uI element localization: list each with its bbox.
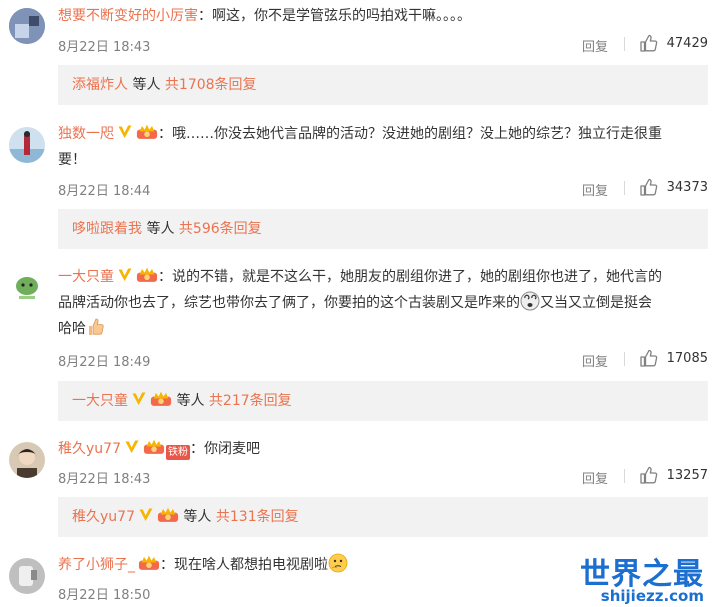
reply-total-link[interactable]: 共131条回复 bbox=[216, 509, 299, 525]
colon: ： bbox=[158, 269, 172, 285]
thinking-face-emoji-icon bbox=[328, 553, 348, 573]
verified-v-icon bbox=[117, 124, 133, 140]
fan-badge: 铁粉 bbox=[165, 445, 190, 460]
username-link[interactable]: 想要不断变好的小厉害 bbox=[58, 8, 198, 24]
divider bbox=[624, 352, 625, 366]
comment-text-line: 品牌活动你也去了，综艺也带你去了俩了，你要拍的这个古装剧又是咋来的 bbox=[58, 295, 520, 311]
comment-content: 想要不断变好的小厉害：啊这，你不是学管弦乐的吗拍戏干嘛。。。。 bbox=[58, 3, 708, 29]
comment-text-line: 哈哈 bbox=[58, 321, 86, 337]
colon: ： bbox=[189, 441, 204, 457]
comment-time: 8月22日 18:44 bbox=[58, 184, 151, 199]
reply-total-link[interactable]: 共596条回复 bbox=[179, 221, 262, 237]
comment-meta: 8月22日 18:49 回复 17085 bbox=[58, 348, 708, 370]
divider bbox=[624, 469, 625, 483]
thumbs-up-emoji-icon bbox=[89, 318, 104, 335]
colon: ： bbox=[158, 126, 172, 142]
username-link[interactable]: 独数一咫 bbox=[58, 126, 114, 142]
reply-summary[interactable]: 稚久yu77 等人 共131条回复 bbox=[58, 497, 708, 537]
comment-content: 稚久yu77 铁粉 ：你闭麦吧 bbox=[58, 436, 708, 462]
reply-summary[interactable]: 添福炸人 等人 共1708条回复 bbox=[58, 65, 708, 105]
avatar[interactable] bbox=[9, 442, 45, 478]
comment-meta: 8月22日 18:44 回复 34373 bbox=[58, 177, 708, 199]
reply-button[interactable]: 回复 bbox=[582, 351, 608, 370]
reply-button[interactable]: 回复 bbox=[582, 180, 608, 199]
like-button[interactable]: 17085 bbox=[639, 348, 708, 368]
reply-summary[interactable]: 一大只童 等人 共217条回复 bbox=[58, 381, 708, 421]
like-count: 17085 bbox=[666, 350, 708, 366]
crown-badge-icon bbox=[143, 438, 165, 455]
divider bbox=[624, 37, 625, 51]
comment-time: 8月22日 18:43 bbox=[58, 40, 151, 55]
comment-text: 啊这，你不是学管弦乐的吗拍戏干嘛。。。。 bbox=[212, 8, 471, 24]
comment-content: 独数一咫 ：哦……你没去她代言品牌的活动？没进她的剧组？没上她的综艺？独立行走很重… bbox=[58, 121, 708, 173]
like-button[interactable]: 34373 bbox=[639, 177, 708, 197]
reply-total-link[interactable]: 共217条回复 bbox=[209, 393, 292, 409]
thumbs-up-icon bbox=[639, 177, 659, 197]
comment-time: 8月22日 18:50 bbox=[58, 588, 151, 603]
avatar[interactable] bbox=[9, 558, 45, 594]
crown-badge-icon bbox=[136, 123, 158, 140]
reply-mid-text: 等人 bbox=[128, 77, 165, 93]
colon: ： bbox=[198, 8, 212, 24]
reply-mid-text: 等人 bbox=[178, 509, 216, 525]
comment-text-line: 要！ bbox=[58, 152, 86, 168]
like-button[interactable]: 47429 bbox=[639, 33, 708, 53]
comment-text-line: 哦……你没去她代言品牌的活动？没进她的剧组？没上她的综艺？独立行走很重 bbox=[172, 126, 662, 142]
crown-badge-icon bbox=[138, 554, 160, 571]
divider bbox=[624, 181, 625, 195]
like-count: 34373 bbox=[666, 179, 708, 195]
comment-text-line: 说的不错，就是不这么干，她朋友的剧组你进了，她的剧组你也进了，她代言的 bbox=[172, 269, 662, 285]
like-count: 47429 bbox=[666, 35, 708, 51]
verified-v-icon bbox=[131, 391, 147, 407]
dizzy-face-emoji-icon bbox=[520, 291, 540, 311]
crown-badge-icon bbox=[136, 266, 158, 283]
comment-text: 你闭麦吧 bbox=[203, 441, 260, 457]
like-button[interactable]: 13257 bbox=[639, 465, 708, 485]
avatar[interactable] bbox=[9, 8, 45, 44]
avatar[interactable] bbox=[9, 127, 45, 163]
comment-time: 8月22日 18:49 bbox=[58, 355, 151, 370]
watermark: 世界之最 shijiezz.com bbox=[580, 549, 710, 605]
reply-user-link[interactable]: 一大只童 bbox=[72, 393, 128, 409]
reply-button[interactable]: 回复 bbox=[582, 36, 608, 55]
reply-summary[interactable]: 哆啦跟着我 等人 共596条回复 bbox=[58, 209, 708, 249]
comment-text-line: 又当又立倒是挺会 bbox=[540, 295, 652, 311]
reply-total-link[interactable]: 共1708条回复 bbox=[165, 77, 257, 93]
comment-meta: 8月22日 18:43 回复 13257 bbox=[58, 465, 708, 487]
reply-mid-text: 等人 bbox=[172, 393, 209, 409]
thumbs-up-icon bbox=[639, 465, 659, 485]
colon: ： bbox=[160, 557, 174, 573]
reply-user-link[interactable]: 哆啦跟着我 bbox=[72, 221, 142, 237]
crown-badge-icon bbox=[150, 390, 172, 407]
reply-user-link[interactable]: 稚久yu77 bbox=[72, 509, 135, 525]
comment-time: 8月22日 18:43 bbox=[58, 472, 151, 487]
reply-button[interactable]: 回复 bbox=[582, 468, 608, 487]
thumbs-up-icon bbox=[639, 33, 659, 53]
watermark-url: shijiezz.com bbox=[600, 587, 704, 605]
username-link[interactable]: 一大只童 bbox=[58, 269, 114, 285]
verified-v-icon bbox=[124, 439, 140, 455]
comment-content: 一大只童 ：说的不错，就是不这么干，她朋友的剧组你进了，她的剧组你也进了，她代言的… bbox=[58, 264, 708, 342]
avatar[interactable] bbox=[9, 270, 45, 306]
username-link[interactable]: 稚久yu77 bbox=[58, 441, 121, 457]
comment-meta: 8月22日 18:43 回复 47429 bbox=[58, 33, 708, 55]
verified-v-icon bbox=[138, 507, 154, 523]
crown-badge-icon bbox=[157, 506, 179, 523]
verified-v-icon bbox=[117, 267, 133, 283]
username-link[interactable]: 养了小狮子_ bbox=[58, 557, 135, 573]
reply-user-link[interactable]: 添福炸人 bbox=[72, 77, 128, 93]
like-count: 13257 bbox=[666, 467, 708, 483]
thumbs-up-icon bbox=[639, 348, 659, 368]
comment-text: 现在啥人都想拍电视剧啦 bbox=[174, 557, 328, 573]
reply-mid-text: 等人 bbox=[142, 221, 179, 237]
